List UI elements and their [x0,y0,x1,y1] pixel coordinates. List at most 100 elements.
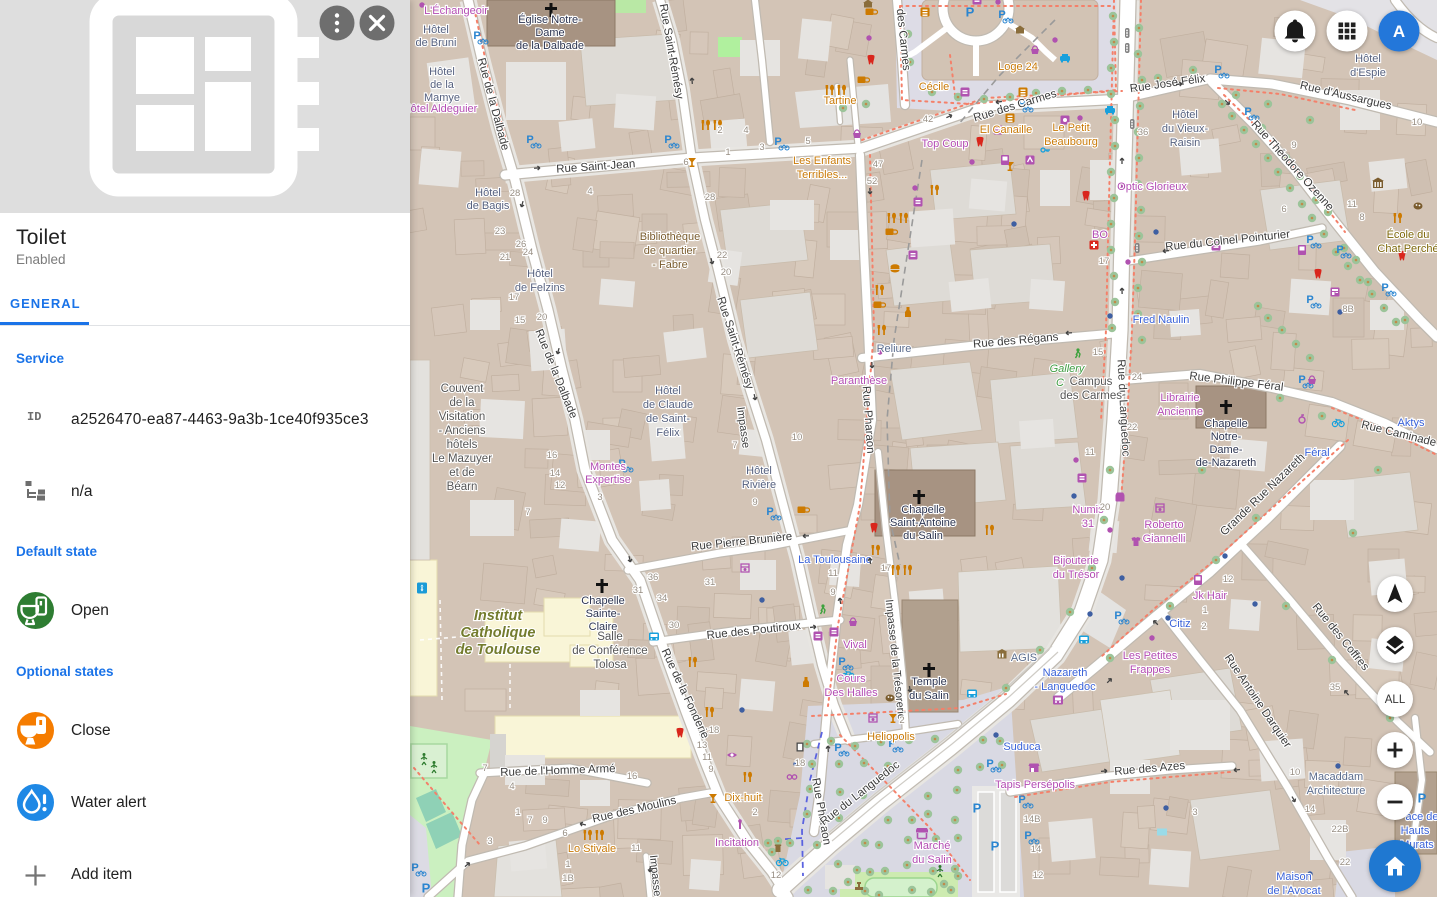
svg-text:Hôtel: Hôtel [655,385,681,397]
svg-text:12: 12 [555,480,566,491]
svg-text:hôtels: hôtels [447,439,478,451]
svg-text:22: 22 [1340,857,1351,868]
svg-text:Notre-: Notre- [1211,431,1242,443]
svg-text:Saint-Antoine: Saint-Antoine [890,517,956,529]
svg-text:d'Espie: d'Espie [1350,67,1386,79]
svg-text:de Claude: de Claude [643,399,693,411]
svg-text:de Saint-: de Saint- [646,413,690,425]
svg-text:Frappes: Frappes [1130,664,1171,676]
svg-text:Loge 24: Loge 24 [998,61,1038,73]
svg-text:Le Petit: Le Petit [1052,122,1089,134]
svg-text:- Anciens: - Anciens [438,425,486,437]
svg-text:Suduca: Suduca [1003,741,1041,753]
svg-text:1: 1 [515,807,520,818]
svg-text:de Bagis: de Bagis [467,200,510,212]
svg-text:- Fabre: - Fabre [652,259,687,271]
svg-text:3: 3 [487,836,492,847]
svg-text:2: 2 [752,807,757,818]
svg-text:7: 7 [527,815,532,826]
svg-text:Chapelle: Chapelle [1204,418,1247,430]
svg-text:de la: de la [430,79,455,91]
svg-text:4: 4 [587,186,592,197]
svg-text:28: 28 [705,192,716,203]
svg-text:Hôtel: Hôtel [527,268,553,280]
svg-text:Les Enfants: Les Enfants [793,155,852,167]
svg-text:El Canaille: El Canaille [980,124,1033,136]
svg-text:20: 20 [721,267,732,278]
svg-text:24: 24 [523,247,534,258]
svg-text:Bibliothèque: Bibliothèque [640,231,701,243]
svg-text:15: 15 [515,315,526,326]
svg-text:2: 2 [717,125,722,136]
svg-text:Roberto: Roberto [1144,519,1183,531]
svg-text:de quartier: de quartier [644,245,697,257]
svg-text:Cécile: Cécile [919,81,950,93]
svg-text:Raisin: Raisin [1170,137,1201,149]
svg-text:Hôtel: Hôtel [423,24,449,36]
svg-text:1: 1 [725,147,730,158]
svg-text:4: 4 [509,781,514,792]
svg-text:Catholique: Catholique [461,625,536,641]
svg-text:17: 17 [881,563,892,574]
svg-text:12: 12 [771,870,782,881]
svg-text:Cours: Cours [836,673,866,685]
svg-text:Vival: Vival [843,639,867,651]
svg-text:35: 35 [1330,682,1341,693]
svg-text:11: 11 [828,568,838,579]
svg-text:Visitation: Visitation [439,411,485,423]
svg-text:Macaddam: Macaddam [1309,771,1363,783]
svg-text:9: 9 [708,764,713,775]
svg-text:2: 2 [1201,621,1206,632]
svg-text:ALL: ALL [1385,694,1406,706]
svg-text:du Salin: du Salin [909,690,949,702]
svg-text:Montes: Montes [590,461,627,473]
svg-text:36: 36 [1138,127,1149,138]
svg-text:Maison: Maison [1276,871,1311,883]
svg-text:11: 11 [702,752,712,763]
svg-text:Église Notre-: Église Notre- [518,13,582,26]
svg-text:AGIS: AGIS [1011,652,1037,664]
svg-text:9: 9 [830,587,835,598]
svg-text:15: 15 [1093,347,1104,358]
svg-text:du Trésor: du Trésor [1053,569,1100,581]
svg-text:École du: École du [1387,228,1430,241]
svg-text:21: 21 [500,252,511,263]
svg-text:La Toulousaine: La Toulousaine [798,554,872,566]
svg-text:3: 3 [1192,807,1197,818]
svg-text:Aktys: Aktys [1398,417,1425,429]
svg-text:8: 8 [1359,212,1364,223]
svg-text:31: 31 [633,585,644,596]
svg-text:6: 6 [562,828,567,839]
svg-text:Félix: Félix [656,427,680,439]
svg-text:3: 3 [597,492,602,503]
svg-text:Tapis Persépolis: Tapis Persépolis [995,779,1076,791]
svg-text:Campus: Campus [1070,376,1113,388]
svg-text:Fred Naulin: Fred Naulin [1133,314,1190,326]
svg-text:Hauts: Hauts [1401,825,1430,837]
svg-text:Dame-: Dame- [1209,444,1242,456]
svg-text:Hôtel: Hôtel [746,465,772,477]
svg-text:Hôtel: Hôtel [429,66,455,78]
svg-text:du Vieux-: du Vieux- [1162,123,1209,135]
svg-text:11: 11 [1347,199,1357,210]
svg-text:C: C [1056,377,1064,389]
svg-text:Citiz: Citiz [1169,618,1190,630]
svg-text:de-Nazareth: de-Nazareth [1196,457,1257,469]
svg-text:Beaubourg: Beaubourg [1044,136,1098,148]
svg-text:30: 30 [669,620,680,631]
svg-text:Institut: Institut [474,608,523,624]
svg-text:22: 22 [717,250,728,261]
svg-text:17: 17 [1099,256,1110,267]
svg-text:Les Petites: Les Petites [1123,650,1178,662]
svg-text:Giannelli: Giannelli [1143,533,1186,545]
svg-text:12: 12 [1033,870,1044,881]
svg-text:Gallery: Gallery [1050,363,1086,375]
svg-text:14: 14 [1305,804,1316,815]
svg-text:52: 52 [867,176,878,187]
svg-text:Librairie: Librairie [1160,392,1199,404]
svg-text:Dix-huit: Dix-huit [724,792,761,804]
svg-text:de la: de la [450,397,476,409]
svg-text:22B: 22B [1332,824,1349,835]
svg-text:Des Halles: Des Halles [824,687,878,699]
svg-text:Dame: Dame [535,27,564,39]
